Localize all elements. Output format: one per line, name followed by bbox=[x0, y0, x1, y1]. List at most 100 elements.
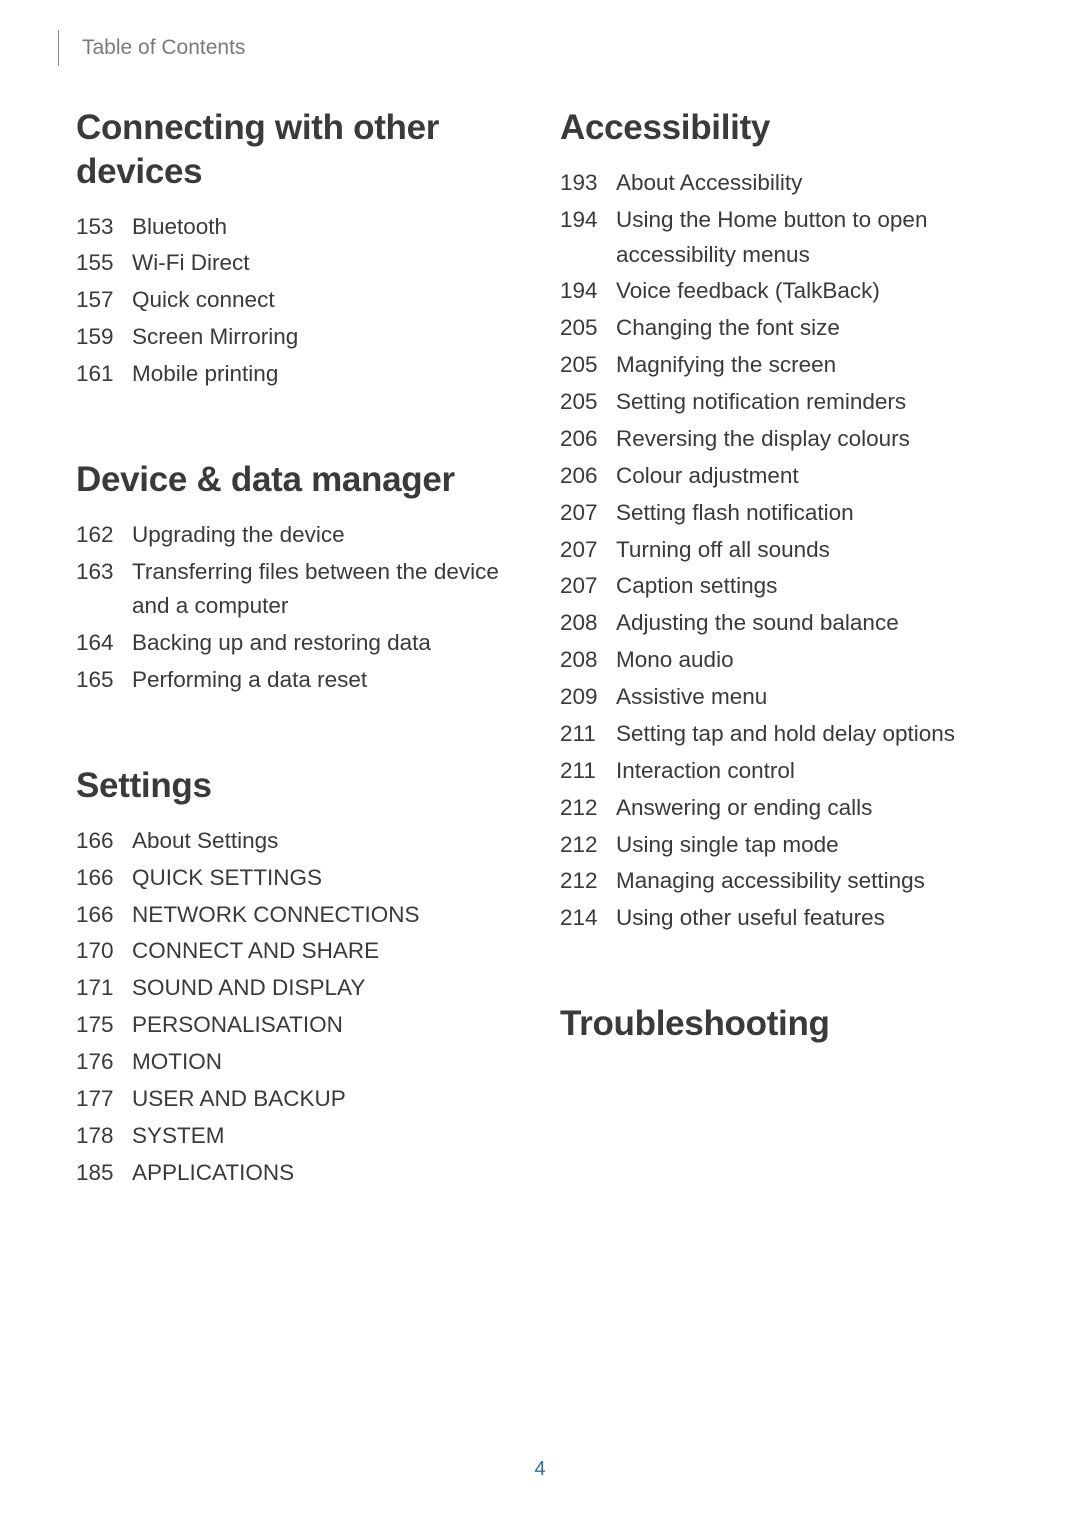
entry-page: 159 bbox=[76, 320, 118, 355]
entry-page: 208 bbox=[560, 606, 602, 641]
section-heading[interactable]: Connecting with other devices bbox=[76, 106, 520, 194]
entry-title: Answering or ending calls bbox=[616, 791, 1004, 826]
entry-title: Wi-Fi Direct bbox=[132, 246, 520, 281]
toc-entry[interactable]: 208Mono audio bbox=[560, 643, 1004, 678]
toc-entry[interactable]: 207Setting flash notification bbox=[560, 496, 1004, 531]
toc-entry[interactable]: 177 USER AND BACKUP bbox=[76, 1082, 520, 1117]
entry-page: 206 bbox=[560, 422, 602, 457]
entry-title: Using the Home button to open accessibil… bbox=[616, 203, 1004, 273]
toc-columns: Connecting with other devices 153 Bluetoo… bbox=[76, 106, 1004, 1257]
entry-title: CONNECT AND SHARE bbox=[132, 934, 520, 969]
toc-entry[interactable]: 211Setting tap and hold delay options bbox=[560, 717, 1004, 752]
toc-entry[interactable]: 208 Adjusting the sound balance bbox=[560, 606, 1004, 641]
toc-entry[interactable]: 170CONNECT AND SHARE bbox=[76, 934, 520, 969]
section-heading[interactable]: Accessibility bbox=[560, 106, 1004, 150]
toc-entry[interactable]: 155Wi-Fi Direct bbox=[76, 246, 520, 281]
entry-title: Setting notification reminders bbox=[616, 385, 1004, 420]
entry-page: 176 bbox=[76, 1045, 118, 1080]
entry-title: About Settings bbox=[132, 824, 520, 859]
toc-entry[interactable]: 165 Performing a data reset bbox=[76, 663, 520, 698]
entry-title: MOTION bbox=[132, 1045, 520, 1080]
toc-entry[interactable]: 194 Using the Home button to open accessi… bbox=[560, 203, 1004, 273]
entry-title: Using single tap mode bbox=[616, 828, 1004, 863]
toc-section: Device & data manager 162Upgrading the d… bbox=[76, 458, 520, 698]
entry-title: Adjusting the sound balance bbox=[616, 606, 1004, 641]
toc-entry[interactable]: 185APPLICATIONS bbox=[76, 1156, 520, 1191]
toc-entry[interactable]: 214Using other useful features bbox=[560, 901, 1004, 936]
toc-entry[interactable]: 164Backing up and restoring data bbox=[76, 626, 520, 661]
entry-page: 165 bbox=[76, 663, 118, 698]
toc-entry[interactable]: 206 Reversing the display colours bbox=[560, 422, 1004, 457]
toc-entry[interactable]: 166 About Settings bbox=[76, 824, 520, 859]
toc-entry[interactable]: 153 Bluetooth bbox=[76, 210, 520, 245]
entry-title: Turning off all sounds bbox=[616, 533, 1004, 568]
entry-title: Bluetooth bbox=[132, 210, 520, 245]
entry-title: Mobile printing bbox=[132, 357, 520, 392]
toc-entry[interactable]: 176 MOTION bbox=[76, 1045, 520, 1080]
entry-title: Performing a data reset bbox=[132, 663, 520, 698]
entry-title: Backing up and restoring data bbox=[132, 626, 520, 661]
entry-page: 177 bbox=[76, 1082, 118, 1117]
toc-entry[interactable]: 157 Quick connect bbox=[76, 283, 520, 318]
toc-entry[interactable]: 166NETWORK CONNECTIONS bbox=[76, 898, 520, 933]
toc-entry[interactable]: 205Changing the font size bbox=[560, 311, 1004, 346]
entry-title: APPLICATIONS bbox=[132, 1156, 520, 1191]
entry-title: Upgrading the device bbox=[132, 518, 520, 553]
toc-section: Connecting with other devices 153 Bluetoo… bbox=[76, 106, 520, 392]
toc-entry[interactable]: 159 Screen Mirroring bbox=[76, 320, 520, 355]
toc-entry[interactable]: 205Magnifying the screen bbox=[560, 348, 1004, 383]
entry-page: 175 bbox=[76, 1008, 118, 1043]
entry-title: Reversing the display colours bbox=[616, 422, 1004, 457]
section-heading[interactable]: Troubleshooting bbox=[560, 1002, 1004, 1046]
entry-title: NETWORK CONNECTIONS bbox=[132, 898, 520, 933]
entry-page: 178 bbox=[76, 1119, 118, 1154]
toc-entry[interactable]: 206 Colour adjustment bbox=[560, 459, 1004, 494]
toc-entry[interactable]: 209Assistive menu bbox=[560, 680, 1004, 715]
entry-page: 194 bbox=[560, 274, 602, 309]
entry-title: Setting tap and hold delay options bbox=[616, 717, 1004, 752]
toc-entry[interactable]: 207 Turning off all sounds bbox=[560, 533, 1004, 568]
entry-page: 157 bbox=[76, 283, 118, 318]
entry-page: 206 bbox=[560, 459, 602, 494]
toc-entry[interactable]: 207Caption settings bbox=[560, 569, 1004, 604]
entry-page: 166 bbox=[76, 824, 118, 859]
entry-page: 153 bbox=[76, 210, 118, 245]
toc-entry[interactable]: 162Upgrading the device bbox=[76, 518, 520, 553]
entry-page: 166 bbox=[76, 861, 118, 896]
toc-entry[interactable]: 175PERSONALISATION bbox=[76, 1008, 520, 1043]
entry-title: USER AND BACKUP bbox=[132, 1082, 520, 1117]
entry-title: Screen Mirroring bbox=[132, 320, 520, 355]
entry-title: QUICK SETTINGS bbox=[132, 861, 520, 896]
entry-title: Colour adjustment bbox=[616, 459, 1004, 494]
entry-title: SOUND AND DISPLAY bbox=[132, 971, 520, 1006]
document-page: Table of Contents Connecting with other … bbox=[0, 0, 1080, 1257]
entry-page: 205 bbox=[560, 385, 602, 420]
toc-entry[interactable]: 205 Setting notification reminders bbox=[560, 385, 1004, 420]
toc-entry[interactable]: 163Transferring files between the device… bbox=[76, 555, 520, 625]
entry-page: 207 bbox=[560, 533, 602, 568]
entry-title: Assistive menu bbox=[616, 680, 1004, 715]
toc-entry[interactable]: 193About Accessibility bbox=[560, 166, 1004, 201]
toc-entry[interactable]: 212Managing accessibility settings bbox=[560, 864, 1004, 899]
entry-page: 211 bbox=[560, 754, 602, 789]
entry-page: 208 bbox=[560, 643, 602, 678]
entry-page: 161 bbox=[76, 357, 118, 392]
toc-entry[interactable]: 212Using single tap mode bbox=[560, 828, 1004, 863]
entry-page: 194 bbox=[560, 203, 602, 238]
entry-title: Magnifying the screen bbox=[616, 348, 1004, 383]
entry-page: 205 bbox=[560, 311, 602, 346]
toc-entry[interactable]: 178 SYSTEM bbox=[76, 1119, 520, 1154]
toc-entry[interactable]: 211Interaction control bbox=[560, 754, 1004, 789]
entry-page: 214 bbox=[560, 901, 602, 936]
toc-entry[interactable]: 161 Mobile printing bbox=[76, 357, 520, 392]
running-head: Table of Contents bbox=[76, 36, 1004, 60]
toc-entry[interactable]: 212Answering or ending calls bbox=[560, 791, 1004, 826]
entry-title: Quick connect bbox=[132, 283, 520, 318]
toc-section: Accessibility 193About Accessibility 194… bbox=[560, 106, 1004, 936]
section-heading[interactable]: Settings bbox=[76, 764, 520, 808]
toc-entry[interactable]: 166 QUICK SETTINGS bbox=[76, 861, 520, 896]
section-heading[interactable]: Device & data manager bbox=[76, 458, 520, 502]
entry-title: SYSTEM bbox=[132, 1119, 520, 1154]
toc-entry[interactable]: 194Voice feedback (TalkBack) bbox=[560, 274, 1004, 309]
toc-entry[interactable]: 171SOUND AND DISPLAY bbox=[76, 971, 520, 1006]
